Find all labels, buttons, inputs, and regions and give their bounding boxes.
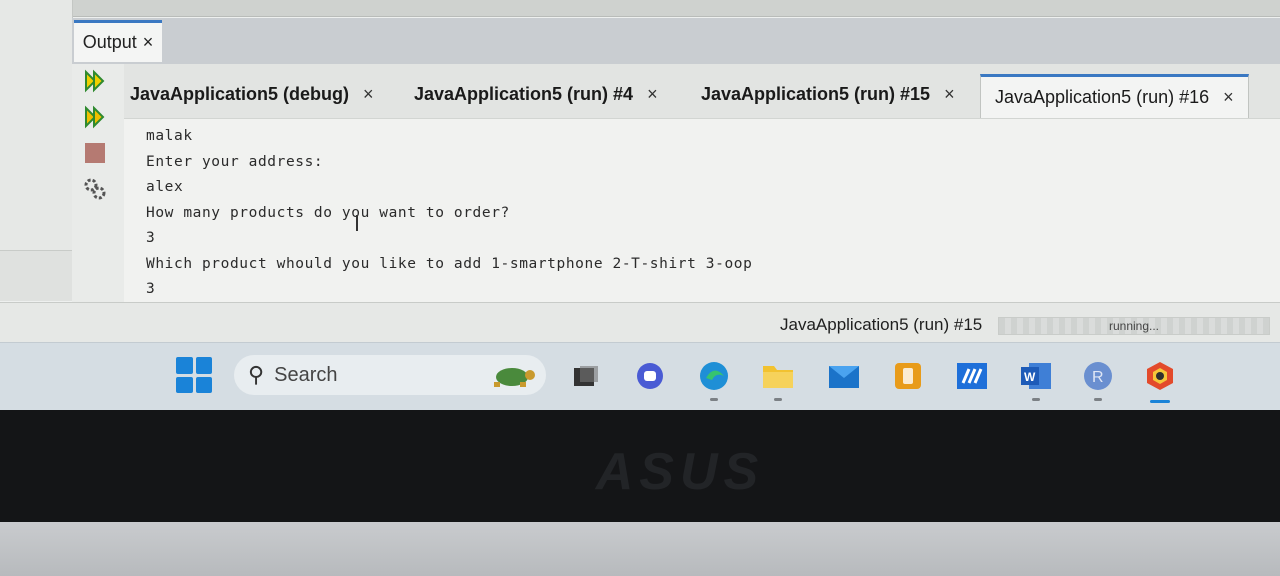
laptop-bezel: ASUS	[0, 410, 1280, 522]
taskbar: ⚲ Search W R	[0, 342, 1280, 410]
left-gutter	[0, 0, 73, 301]
console-line: Enter your address:	[146, 154, 324, 170]
tab-label: JavaApplication5 (run) #15	[701, 83, 931, 104]
console-output[interactable]: malak Enter your address: alex How many …	[124, 118, 1280, 303]
security-icon[interactable]	[1142, 359, 1178, 403]
edge-icon[interactable]	[696, 359, 732, 401]
mail-icon[interactable]	[826, 359, 862, 393]
search-placeholder: Search	[274, 363, 338, 386]
console-line: 3	[146, 281, 156, 297]
console-line: How many products do you want to order?	[146, 205, 510, 221]
close-icon[interactable]: ×	[944, 84, 955, 105]
close-icon[interactable]: ×	[647, 84, 658, 105]
tab-label: JavaApplication5 (run) #4	[414, 83, 634, 104]
output-side-toolbar	[72, 64, 125, 304]
svg-text:W: W	[1024, 370, 1036, 384]
status-bar: JavaApplication5 (run) #15 running...	[0, 302, 1280, 343]
progress-bar[interactable]: running...	[998, 317, 1270, 335]
close-icon[interactable]: ×	[143, 32, 154, 53]
task-view-icon[interactable]	[568, 359, 604, 393]
progress-label: running...	[1108, 319, 1160, 333]
tab-run-16[interactable]: JavaApplication5 (run) #16 ×	[980, 74, 1249, 118]
turtle-icon	[486, 363, 538, 395]
output-panel-header: Output ×	[72, 18, 1280, 65]
search-icon: ⚲	[248, 362, 265, 388]
screen: Output × JavaApplication5 (debug) × Java…	[0, 0, 1280, 410]
text-cursor	[356, 215, 358, 231]
run-tabs-bar: JavaApplication5 (debug) × JavaApplicati…	[124, 64, 1280, 118]
output-tab-label: Output	[82, 32, 137, 52]
store-icon[interactable]	[954, 359, 990, 393]
stop-icon[interactable]	[82, 140, 108, 166]
start-icon[interactable]	[176, 357, 212, 393]
tab-label: JavaApplication5 (debug)	[130, 83, 350, 104]
console-line: 3	[146, 230, 156, 246]
settings-icon[interactable]	[82, 176, 108, 202]
r-icon[interactable]: R	[1080, 359, 1116, 401]
svg-text:R: R	[1092, 369, 1104, 386]
tab-run-4[interactable]: JavaApplication5 (run) #4 ×	[414, 74, 658, 114]
brand-logo: ASUS	[595, 443, 765, 501]
rerun-with-params-icon[interactable]	[82, 104, 108, 130]
tab-label: JavaApplication5 (run) #16	[995, 87, 1210, 107]
editor-top-strip	[72, 0, 1280, 17]
word-icon[interactable]: W	[1018, 359, 1054, 401]
tab-run-debug[interactable]: JavaApplication5 (debug) ×	[130, 74, 374, 114]
file-explorer-icon[interactable]	[760, 359, 796, 401]
output-tab[interactable]: Output ×	[74, 20, 162, 62]
close-icon[interactable]: ×	[1223, 87, 1234, 108]
laptop-base	[0, 522, 1280, 576]
tab-run-15[interactable]: JavaApplication5 (run) #15 ×	[701, 74, 955, 114]
office-icon[interactable]	[890, 359, 926, 393]
console-line: alex	[146, 179, 184, 195]
chat-icon[interactable]	[632, 359, 668, 393]
console-line: Which product whould you like to add 1-s…	[146, 256, 753, 272]
search-input[interactable]: ⚲ Search	[234, 355, 546, 395]
console-line: malak	[146, 128, 193, 144]
status-task[interactable]: JavaApplication5 (run) #15	[780, 315, 982, 335]
close-icon[interactable]: ×	[363, 84, 374, 105]
rerun-icon[interactable]	[82, 68, 108, 94]
